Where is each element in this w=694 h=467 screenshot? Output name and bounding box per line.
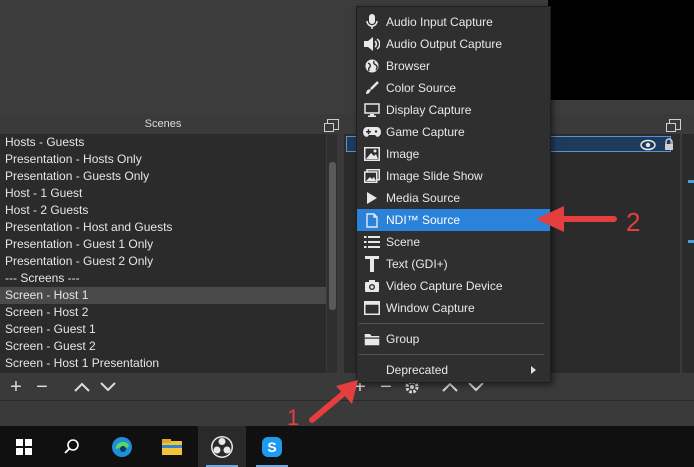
file-explorer-icon[interactable] [148, 426, 196, 467]
menu-item-media-source[interactable]: Media Source [357, 187, 550, 209]
annotation-arrow-2 [536, 206, 617, 232]
window-icon [357, 297, 386, 319]
edge-icon[interactable] [98, 426, 146, 467]
move-scene-down-button[interactable] [98, 377, 118, 397]
menu-item-display-capture[interactable]: Display Capture [357, 99, 550, 121]
scene-item[interactable]: Screen - Host 1 [0, 287, 326, 304]
scenes-undock-icon[interactable] [324, 119, 339, 132]
globe-icon [357, 55, 386, 77]
menu-separator [359, 323, 544, 324]
annotation-arrow-1 [309, 380, 358, 423]
menu-item-label: Image Slide Show [386, 169, 483, 183]
scene-item[interactable]: Screen - Guest 2 [0, 338, 326, 355]
scene-item[interactable]: Presentation - Guests Only [0, 168, 326, 185]
scene-item[interactable]: Presentation - Guest 1 Only [0, 236, 326, 253]
brush-icon [357, 77, 386, 99]
menu-item-browser[interactable]: Browser [357, 55, 550, 77]
menu-item-label: Media Source [386, 191, 461, 205]
menu-separator [359, 354, 544, 355]
scene-item[interactable]: Presentation - Hosts Only [0, 151, 326, 168]
menu-item-label: Game Capture [386, 125, 465, 139]
menu-item-label: Scene [386, 235, 421, 249]
image-icon [357, 143, 386, 165]
slideshow-icon [357, 165, 386, 187]
scene-item[interactable]: Screen - Host 2 [0, 304, 326, 321]
menu-item-audio-input-capture[interactable]: Audio Input Capture [357, 11, 550, 33]
skype-icon[interactable]: S [248, 426, 296, 467]
play-icon [357, 187, 386, 209]
menu-item-label: Audio Output Capture [386, 37, 503, 51]
add-source-context-menu: Audio Input Capture Audio Output Capture B… [356, 6, 551, 383]
microphone-icon [357, 11, 386, 33]
menu-item-text-gdi[interactable]: Text (GDI+) [357, 253, 550, 275]
menu-item-group[interactable]: Group [357, 328, 550, 350]
scenes-dock-title: Scenes [144, 118, 182, 130]
scene-item[interactable]: Hosts - Guests [0, 134, 326, 151]
menu-item-color-source[interactable]: Color Source [357, 77, 550, 99]
gamepad-icon [357, 121, 386, 143]
menu-item-label: Window Capture [386, 301, 475, 315]
scene-item[interactable]: --- Screens --- [0, 270, 326, 287]
menu-item-label: Color Source [386, 81, 457, 95]
monitor-icon [357, 99, 386, 121]
lock-icon[interactable] [664, 138, 674, 156]
menu-item-label: Video Capture Device [386, 279, 503, 293]
scene-item[interactable]: Presentation - Guest 2 Only [0, 253, 326, 270]
move-scene-up-button[interactable] [72, 377, 92, 397]
preview-canvas [548, 0, 694, 100]
scenes-scrollbar-thumb[interactable] [329, 162, 336, 310]
file-icon [357, 209, 386, 231]
scene-item[interactable]: Host - 2 Guests [0, 202, 326, 219]
camera-icon [357, 275, 386, 297]
speaker-icon [357, 33, 386, 55]
mixer-meter-2 [688, 240, 694, 243]
mixer-label-fragment [688, 140, 694, 148]
menu-item-deprecated[interactable]: Deprecated [357, 359, 550, 381]
scenes-toolbar: + − [6, 374, 118, 400]
menu-item-audio-output-capture[interactable]: Audio Output Capture [357, 33, 550, 55]
windows-start-icon[interactable] [0, 426, 48, 467]
menu-item-label: Display Capture [386, 103, 472, 117]
menu-item-label: Deprecated [386, 363, 449, 377]
mixer-meter-1 [688, 180, 694, 183]
scene-item[interactable]: Presentation - Host and Guests [0, 219, 326, 236]
add-scene-button[interactable]: + [6, 377, 26, 397]
menu-item-label: Image [386, 147, 420, 161]
svg-text:S: S [267, 439, 276, 455]
menu-item-scene[interactable]: Scene [357, 231, 550, 253]
menu-item-label: Browser [386, 59, 431, 73]
scene-item[interactable]: Screen - Guest 1 [0, 321, 326, 338]
remove-scene-button[interactable]: − [32, 377, 52, 397]
menu-item-ndi-source[interactable]: NDI™ Source [357, 209, 550, 231]
visibility-eye-icon[interactable] [640, 138, 656, 156]
annotation-number-2: 2 [626, 207, 641, 237]
search-icon[interactable] [48, 426, 96, 467]
menu-item-label: Group [386, 332, 420, 346]
text-icon [357, 253, 386, 275]
menu-item-label: Text (GDI+) [386, 257, 448, 271]
scene-item[interactable]: Host - 1 Guest [0, 185, 326, 202]
scene-item[interactable]: Screen - Host 1 Presentation [0, 355, 326, 372]
menu-item-window-capture[interactable]: Window Capture [357, 297, 550, 319]
menu-item-image-slide-show[interactable]: Image Slide Show [357, 165, 550, 187]
submenu-arrow-icon [531, 366, 536, 374]
menu-item-video-capture-device[interactable]: Video Capture Device [357, 275, 550, 297]
menu-item-image[interactable]: Image [357, 143, 550, 165]
folder-icon [357, 328, 386, 350]
menu-item-label: Audio Input Capture [386, 15, 493, 29]
menu-item-label: NDI™ Source [386, 213, 461, 227]
audio-mixer-strip [682, 134, 694, 373]
list-icon [357, 231, 386, 253]
obs-icon[interactable] [198, 426, 246, 467]
scenes-list[interactable]: Hosts - Guests Presentation - Hosts Only P… [0, 134, 326, 373]
menu-item-game-capture[interactable]: Game Capture [357, 121, 550, 143]
sources-undock-icon[interactable] [666, 119, 681, 132]
